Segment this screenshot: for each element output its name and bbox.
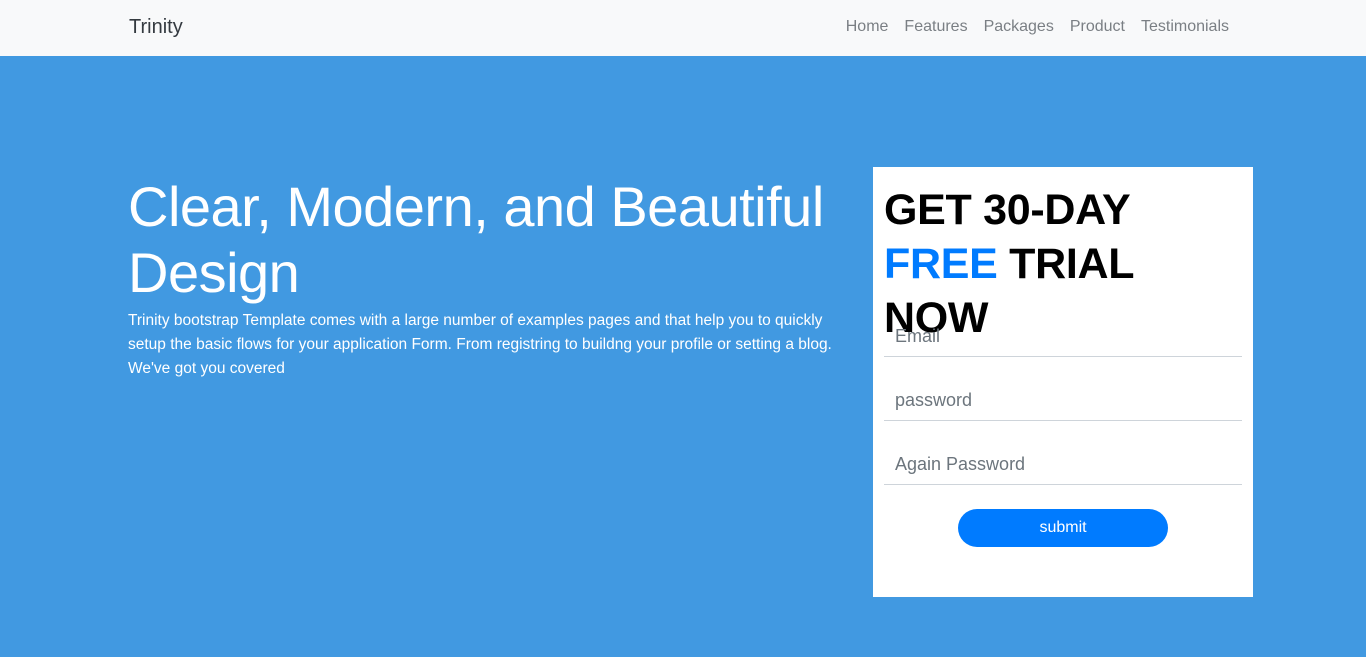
- again-password-input[interactable]: [884, 445, 1242, 485]
- brand-link[interactable]: Trinity: [129, 16, 183, 39]
- hero-section: Clear, Modern, and Beautiful Design Trin…: [0, 56, 1366, 657]
- password-input[interactable]: [884, 381, 1242, 421]
- nav-link-features[interactable]: Features: [904, 18, 967, 36]
- hero-title: Clear, Modern, and Beautiful Design: [128, 175, 824, 304]
- nav-links: Home Features Packages Product Testimoni…: [846, 18, 1229, 36]
- nav-link-home[interactable]: Home: [846, 18, 889, 36]
- hero-description: Trinity bootstrap Template comes with a …: [128, 312, 832, 377]
- submit-button[interactable]: submit: [958, 509, 1168, 547]
- nav-link-product[interactable]: Product: [1070, 18, 1125, 36]
- email-input[interactable]: [884, 317, 1242, 357]
- signup-form-card: GET 30-DAY FREE TRIAL NOW submit: [873, 167, 1253, 597]
- navbar: Trinity Home Features Packages Product T…: [0, 0, 1366, 56]
- nav-link-packages[interactable]: Packages: [984, 18, 1054, 36]
- nav-link-testimonials[interactable]: Testimonials: [1141, 18, 1229, 36]
- signup-heading-accent: FREE: [884, 240, 998, 288]
- signup-heading-part1: GET 30-DAY: [884, 186, 1130, 234]
